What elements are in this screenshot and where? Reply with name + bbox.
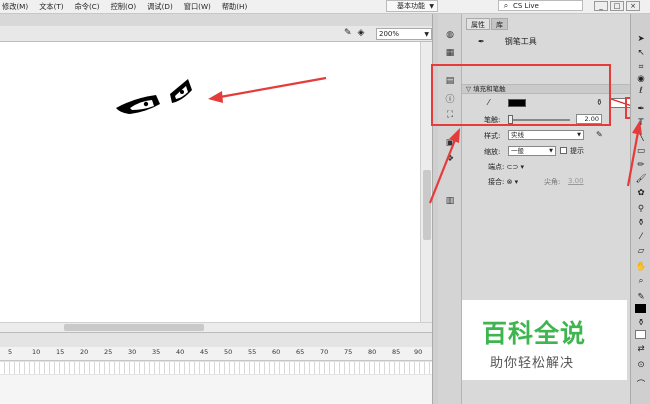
arrow-to-pen-tool-head <box>632 120 642 135</box>
arrow-to-panel-head <box>449 128 460 143</box>
eyes-drawing <box>116 79 192 114</box>
arrow-to-pen-tool-line <box>626 131 640 187</box>
arrow-to-panel-line <box>428 139 457 204</box>
right-eye-pupil <box>180 90 184 94</box>
left-eye-pupil <box>143 101 149 107</box>
red-arrows <box>208 76 642 204</box>
annotation-overlay <box>116 76 642 204</box>
arrow-to-drawing-head <box>208 91 223 103</box>
arrow-to-drawing-line <box>219 76 327 99</box>
